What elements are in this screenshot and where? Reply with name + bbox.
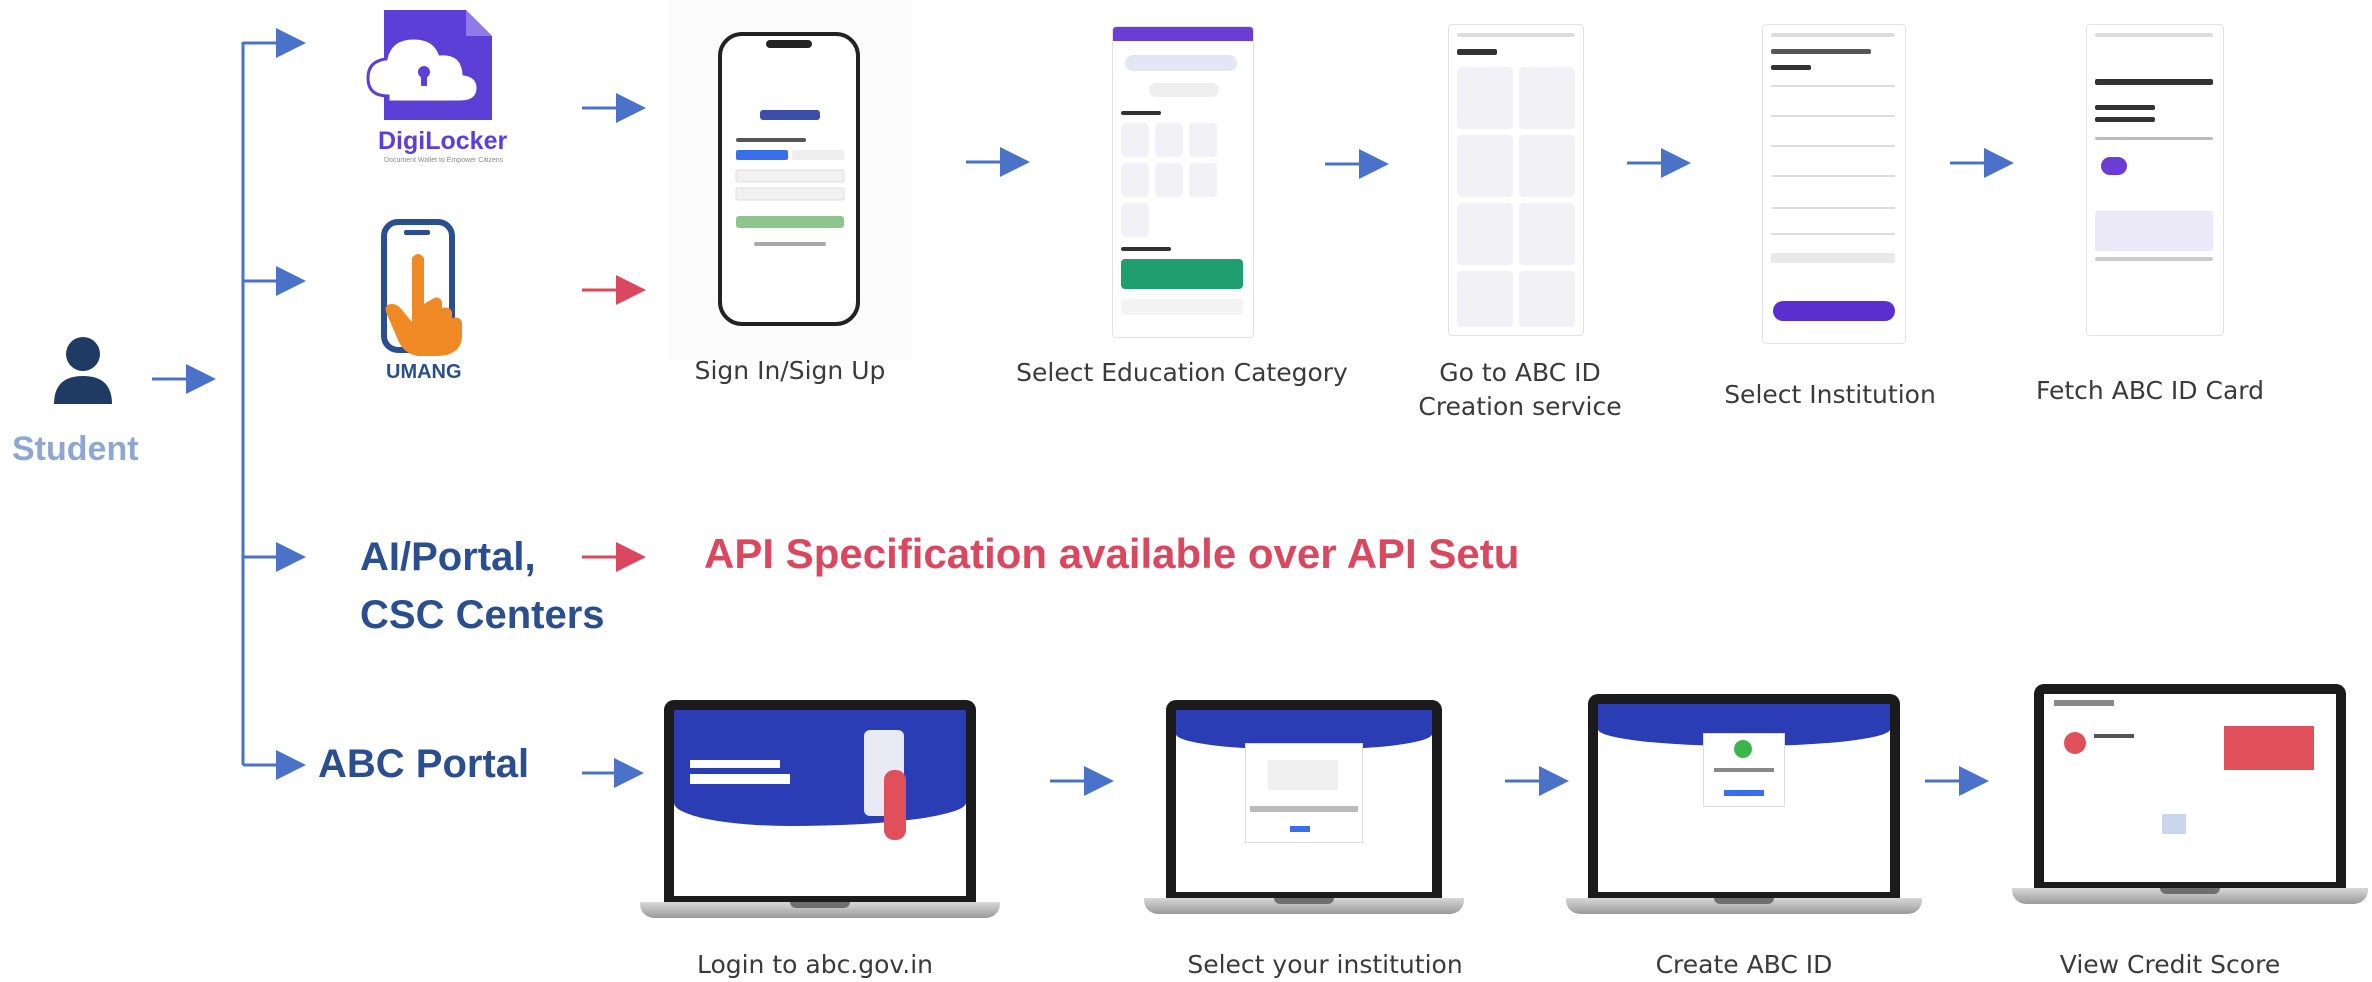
abc-id-service-mockup bbox=[1448, 24, 1584, 336]
student-label: Student bbox=[12, 430, 139, 468]
digilocker-logo-text: DigiLocker bbox=[378, 127, 508, 155]
caption-abc-id-service: Go to ABC ID Creation service bbox=[1418, 358, 1622, 421]
caption-create-abc-id: Create ABC ID bbox=[1655, 950, 1833, 979]
laptop-view-credit-score bbox=[2012, 684, 2368, 904]
education-category-mockup bbox=[1112, 26, 1254, 338]
caption-select-institution: Select Institution bbox=[1724, 380, 1936, 409]
caption-fetch-card: Fetch ABC ID Card bbox=[2035, 376, 2264, 405]
ai-portal-line2: CSC Centers bbox=[360, 593, 605, 637]
caption-select-your-institution: Select your institution bbox=[1187, 950, 1463, 979]
ai-portal-line1: AI/Portal, bbox=[360, 535, 536, 579]
caption-login-abc: Login to abc.gov.in bbox=[696, 950, 934, 979]
laptop-select-institution bbox=[1144, 700, 1464, 914]
laptop-create-abc-id bbox=[1566, 694, 1922, 914]
digilocker-logo[interactable]: DigiLocker Document Wallet to Empower Ci… bbox=[354, 6, 520, 166]
caption-signin: Sign In/Sign Up bbox=[694, 356, 886, 385]
caption-education-category: Select Education Category bbox=[1016, 358, 1348, 387]
umang-logo-text: UMANG bbox=[386, 361, 462, 383]
select-institution-mockup bbox=[1762, 24, 1906, 344]
digilocker-logo-subtext: Document Wallet to Empower Citizens bbox=[384, 157, 504, 164]
person-icon bbox=[54, 337, 112, 404]
signin-phone-mockup bbox=[668, 0, 912, 360]
ai-portal-label: AI/Portal, CSC Centers bbox=[360, 528, 605, 644]
umang-logo[interactable]: UMANG bbox=[376, 218, 496, 388]
umang-hand-phone-icon bbox=[381, 219, 462, 356]
caption-view-credit-score: View Credit Score bbox=[2059, 950, 2281, 979]
laptop-login bbox=[640, 700, 1000, 918]
api-setu-note: API Specification available over API Set… bbox=[704, 530, 1520, 577]
digilocker-cloud-icon bbox=[366, 10, 492, 120]
fetch-abc-card-mockup bbox=[2086, 24, 2224, 336]
abc-portal-label: ABC Portal bbox=[318, 742, 530, 786]
